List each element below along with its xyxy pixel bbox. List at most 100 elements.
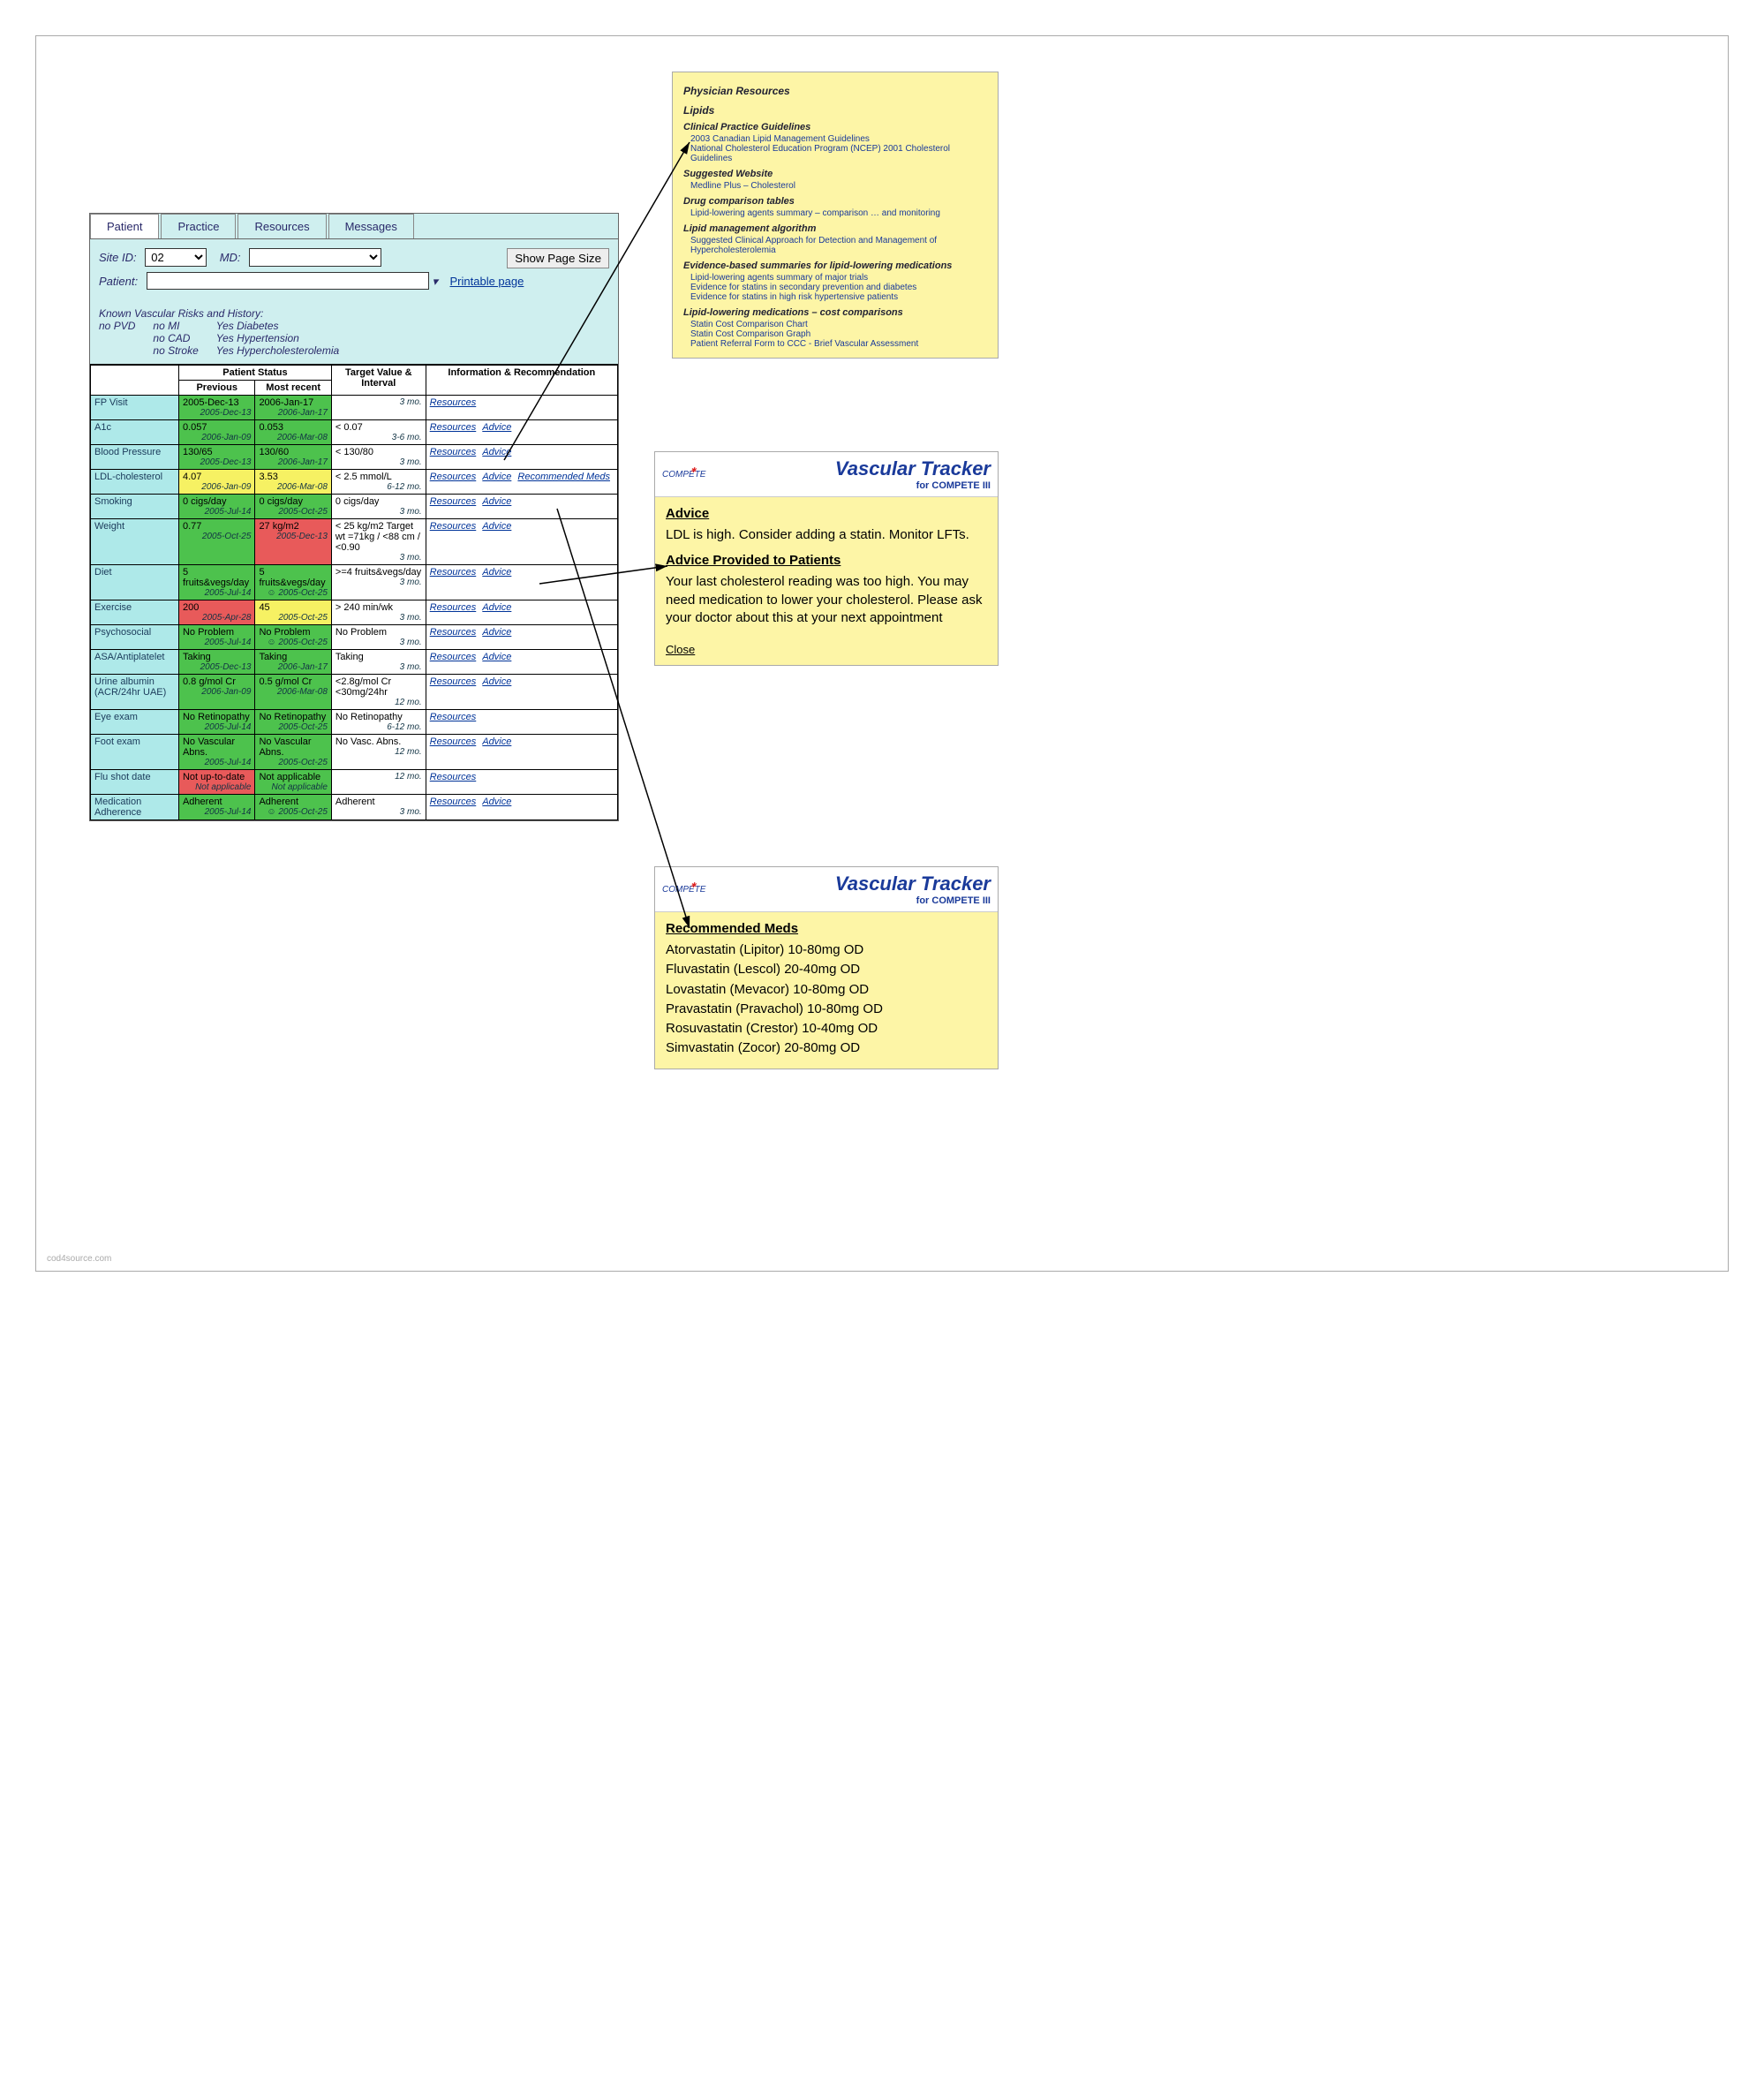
row-label: ASA/Antiplatelet xyxy=(91,650,179,675)
med-item: Fluvastatin (Lescol) 20-40mg OD xyxy=(666,961,987,978)
info-link[interactable]: Recommended Meds xyxy=(517,472,610,482)
table-row: Foot examNo Vascular Abns.2005-Jul-14No … xyxy=(91,735,618,770)
resource-link[interactable]: National Cholesterol Education Program (… xyxy=(690,144,987,163)
info-link[interactable]: Advice xyxy=(482,447,511,457)
info-link[interactable]: Resources xyxy=(430,627,477,638)
info-link[interactable]: Resources xyxy=(430,496,477,507)
table-row: FP Visit2005-Dec-132005-Dec-132006-Jan-1… xyxy=(91,396,618,420)
info-link[interactable]: Advice xyxy=(482,736,511,747)
table-row: ASA/AntiplateletTaking2005-Dec-13Taking2… xyxy=(91,650,618,675)
info-link[interactable]: Resources xyxy=(430,422,477,433)
site-id-select[interactable]: 02 xyxy=(145,248,207,267)
row-label: Foot exam xyxy=(91,735,179,770)
md-select[interactable] xyxy=(249,248,381,267)
info-link[interactable]: Resources xyxy=(430,736,477,747)
status-cell: 0 cigs/day2005-Oct-25 xyxy=(255,495,331,519)
tracker-app: Patient Practice Resources Messages Show… xyxy=(89,213,619,821)
resource-link[interactable]: Lipid-lowering agents summary – comparis… xyxy=(690,208,987,218)
table-row: Urine albumin (ACR/24hr UAE)0.8 g/mol Cr… xyxy=(91,675,618,710)
info-link[interactable]: Advice xyxy=(482,797,511,807)
target-cell: No Problem3 mo. xyxy=(331,625,426,650)
printable-page-link[interactable]: Printable page xyxy=(450,275,524,288)
info-link[interactable]: Resources xyxy=(430,652,477,662)
status-cell: 3.532006-Mar-08 xyxy=(255,470,331,495)
page-frame: Patient Practice Resources Messages Show… xyxy=(35,35,1729,1272)
resources-subheading: Lipid-lowering medications – cost compar… xyxy=(683,307,987,318)
info-cell: Resources xyxy=(426,710,617,735)
status-cell: 0.772005-Oct-25 xyxy=(178,519,254,565)
th-target: Target Value & Interval xyxy=(331,365,426,396)
show-page-size-button[interactable]: Show Page Size xyxy=(507,248,609,268)
info-link[interactable]: Resources xyxy=(430,397,477,408)
md-label: MD: xyxy=(220,251,241,264)
info-cell: Resources Advice xyxy=(426,519,617,565)
info-link[interactable]: Resources xyxy=(430,447,477,457)
resource-link[interactable]: Evidence for statins in secondary preven… xyxy=(690,283,987,292)
advice-patients-text: Your last cholesterol reading was too hi… xyxy=(666,573,987,627)
info-link[interactable]: Advice xyxy=(482,521,511,532)
resource-link[interactable]: Medline Plus – Cholesterol xyxy=(690,181,987,191)
status-cell: Not applicableNot applicable xyxy=(255,770,331,795)
status-cell: Not up-to-dateNot applicable xyxy=(178,770,254,795)
med-item: Rosuvastatin (Crestor) 10-40mg OD xyxy=(666,1020,987,1038)
status-cell: Adherent☺ 2005-Oct-25 xyxy=(255,795,331,820)
status-cell: 0.0532006-Mar-08 xyxy=(255,420,331,445)
table-row: Flu shot dateNot up-to-dateNot applicabl… xyxy=(91,770,618,795)
resource-link[interactable]: Statin Cost Comparison Graph xyxy=(690,329,987,339)
advice-patients-heading: Advice Provided to Patients xyxy=(666,553,987,568)
close-link[interactable]: Close xyxy=(666,643,695,656)
info-cell: Resources Advice xyxy=(426,735,617,770)
resource-link[interactable]: Suggested Clinical Approach for Detectio… xyxy=(690,236,987,255)
status-cell: 2002005-Apr-28 xyxy=(178,600,254,625)
status-cell: No Problem☺ 2005-Oct-25 xyxy=(255,625,331,650)
info-link[interactable]: Advice xyxy=(482,567,511,578)
resources-subheading: Evidence-based summaries for lipid-lower… xyxy=(683,261,987,271)
row-label: Blood Pressure xyxy=(91,445,179,470)
info-link[interactable]: Resources xyxy=(430,567,477,578)
info-cell: Resources xyxy=(426,396,617,420)
info-link[interactable]: Resources xyxy=(430,797,477,807)
advice-panel: COMPETE Vascular Tracker for COMPETE III… xyxy=(654,451,999,666)
info-link[interactable]: Resources xyxy=(430,772,477,782)
info-link[interactable]: Advice xyxy=(482,472,511,482)
target-cell: No Vasc. Abns.12 mo. xyxy=(331,735,426,770)
target-cell: < 0.073-6 mo. xyxy=(331,420,426,445)
resource-link[interactable]: Evidence for statins in high risk hypert… xyxy=(690,292,987,302)
compete-logo: COMPETE xyxy=(662,470,705,480)
med-item: Pravastatin (Pravachol) 10-80mg OD xyxy=(666,1001,987,1018)
resource-link[interactable]: Statin Cost Comparison Chart xyxy=(690,320,987,329)
info-cell: Resources Advice xyxy=(426,650,617,675)
info-link[interactable]: Resources xyxy=(430,712,477,722)
tab-practice[interactable]: Practice xyxy=(161,214,236,238)
tab-resources[interactable]: Resources xyxy=(237,214,326,238)
table-row: Diet5 fruits&vegs/day2005-Jul-145 fruits… xyxy=(91,565,618,600)
info-cell: Resources xyxy=(426,770,617,795)
info-link[interactable]: Advice xyxy=(482,652,511,662)
patient-input[interactable] xyxy=(147,272,429,290)
physician-resources-panel: Physician Resources LipidsClinical Pract… xyxy=(672,72,999,359)
status-cell: 0.5 g/mol Cr2006-Mar-08 xyxy=(255,675,331,710)
tab-messages[interactable]: Messages xyxy=(328,214,414,238)
advice-text: LDL is high. Consider adding a statin. M… xyxy=(666,526,987,544)
th-info: Information & Recommendation xyxy=(426,365,617,396)
compete-logo: COMPETE xyxy=(662,885,705,895)
resource-link[interactable]: 2003 Canadian Lipid Management Guideline… xyxy=(690,134,987,144)
info-link[interactable]: Advice xyxy=(482,496,511,507)
advice-heading: Advice xyxy=(666,506,987,521)
info-link[interactable]: Resources xyxy=(430,521,477,532)
table-row: PsychosocialNo Problem2005-Jul-14No Prob… xyxy=(91,625,618,650)
target-cell: > 240 min/wk3 mo. xyxy=(331,600,426,625)
info-link[interactable]: Advice xyxy=(482,422,511,433)
status-cell: No Retinopathy2005-Oct-25 xyxy=(255,710,331,735)
info-link[interactable]: Advice xyxy=(482,627,511,638)
info-link[interactable]: Resources xyxy=(430,602,477,613)
tab-patient[interactable]: Patient xyxy=(90,214,159,238)
info-link[interactable]: Advice xyxy=(482,676,511,687)
info-link[interactable]: Resources xyxy=(430,472,477,482)
resource-link[interactable]: Lipid-lowering agents summary of major t… xyxy=(690,273,987,283)
info-link[interactable]: Advice xyxy=(482,602,511,613)
th-recent: Most recent xyxy=(255,381,331,396)
recommended-meds-panel: COMPETE Vascular Tracker for COMPETE III… xyxy=(654,866,999,1069)
info-link[interactable]: Resources xyxy=(430,676,477,687)
resource-link[interactable]: Patient Referral Form to CCC - Brief Vas… xyxy=(690,339,987,349)
